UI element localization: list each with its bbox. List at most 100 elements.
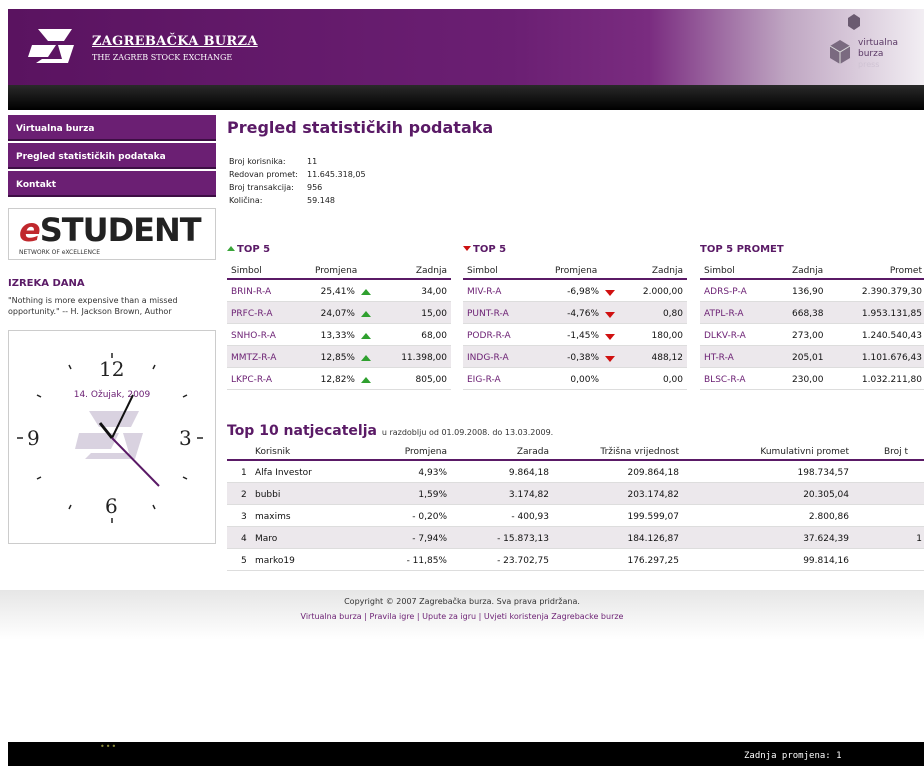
col-header: Zadnja [792, 266, 824, 276]
top5-gainers-table: TOP 5 Simbol Promjena Zadnja BRIN-R-A 25,… [227, 244, 451, 390]
table-header: Korisnik Promjena Zarada Tržišna vrijedn… [227, 441, 924, 461]
turnover-value: 1.240.540,43 [861, 331, 922, 341]
cumulative-turnover: 198.734,57 [797, 468, 849, 478]
rank: 3 [241, 512, 247, 522]
profit-value: 9.864,18 [508, 468, 549, 478]
table-row: 2 bubbi 1,59% 3.174,82 203.174,82 20.305,04 [227, 483, 924, 505]
stat-transactions: Broj transakcija: 956 [229, 183, 323, 192]
col-header: Korisnik [255, 447, 291, 457]
table-row: 1 Alfa Investor 4,93% 9.864,18 209.864,18 198… [227, 461, 924, 483]
clock-numeral-3: 3 [179, 426, 192, 450]
col-header: Zadnja [651, 266, 683, 276]
col-header: Promjena [315, 266, 358, 276]
symbol-link[interactable]: BLSC-R-A [704, 375, 746, 385]
vb-logo-line3: press [858, 60, 880, 69]
footer-link-pravila-igre[interactable]: Pravila igre [370, 612, 415, 621]
table-header: Simbol Promjena Zadnja [463, 258, 687, 280]
col-header: Tržišna vrijednost [600, 447, 679, 457]
table-row: SNHO-R-A 13,33% 68,00 [227, 324, 451, 346]
table-row: PUNT-R-A -4,76% 0,80 [463, 302, 687, 324]
symbol-link[interactable]: PRFC-R-A [231, 309, 272, 319]
stat-turnover: Redovan promet: 11.645.318,05 [229, 170, 366, 179]
symbol-link[interactable]: PODR-R-A [467, 331, 511, 341]
footer-link-uvjeti[interactable]: Uvjeti koristenja Zagrebacke burze [484, 612, 624, 621]
symbol-link[interactable]: DLKV-R-A [704, 331, 746, 341]
profit-value: - 15.873,13 [497, 534, 549, 544]
up-arrow-icon [227, 246, 235, 251]
col-header: Zadnja [415, 266, 447, 276]
nav-item-pregled[interactable]: Pregled statističkih podataka [8, 143, 216, 169]
user-name: maxims [255, 512, 291, 522]
top10-title: Top 10 natjecatelja u razdoblju od 01.09… [227, 423, 554, 439]
up-arrow-icon [361, 310, 371, 320]
col-header: Kumulativni promet [760, 447, 849, 457]
down-arrow-icon [605, 333, 615, 343]
down-arrow-icon [463, 246, 471, 251]
change-value: 0,00% [570, 375, 599, 385]
last-change-text: Zadnja promjena: 1 [744, 751, 842, 761]
user-name: Alfa Investor [255, 468, 312, 478]
change-value: 4,93% [418, 468, 447, 478]
top5-losers-title: TOP 5 [463, 244, 687, 258]
change-value: 13,33% [320, 331, 355, 341]
turnover-value: 1.953.131,85 [861, 309, 922, 319]
change-value: -0,38% [567, 353, 599, 363]
last-price: 205,01 [792, 353, 824, 363]
last-price: 230,00 [792, 375, 824, 385]
footer: Copyright © 2007 Zagrebačka burza. Sva p… [0, 590, 924, 640]
nav-item-virtualna-burza[interactable]: Virtualna burza [8, 115, 216, 141]
change-value: - 11,85% [406, 556, 447, 566]
market-value: 184.126,87 [627, 534, 679, 544]
symbol-link[interactable]: ADRS-P-A [704, 287, 747, 297]
symbol-link[interactable]: INDG-R-A [467, 353, 509, 363]
symbol-link[interactable]: SNHO-R-A [231, 331, 276, 341]
top10-table: Korisnik Promjena Zarada Tržišna vrijedn… [227, 441, 924, 571]
zse-logo-icon[interactable] [28, 23, 76, 69]
clock-numeral-12: 12 [99, 357, 124, 381]
table-row: BRIN-R-A 25,41% 34,00 [227, 280, 451, 302]
user-name: marko19 [255, 556, 295, 566]
symbol-link[interactable]: MIV-R-A [467, 287, 501, 297]
change-value: -1,45% [567, 331, 599, 341]
header-bar [8, 85, 924, 110]
last-price: 11.398,00 [401, 353, 447, 363]
table-row: EIG-R-A 0,00% 0,00 [463, 368, 687, 390]
table-row: 3 maxims - 0,20% - 400,93 199.599,07 2.800,86 [227, 505, 924, 527]
sidebar-nav: Virtualna burza Pregled statističkih pod… [8, 115, 216, 199]
symbol-link[interactable]: EIG-R-A [467, 375, 501, 385]
quote-title: IZREKA DANA [8, 278, 85, 289]
vb-logo-line2: burza [858, 49, 884, 59]
symbol-link[interactable]: PUNT-R-A [467, 309, 509, 319]
symbol-link[interactable]: HT-R-A [704, 353, 734, 363]
nav-item-kontakt[interactable]: Kontakt [8, 171, 216, 197]
change-value: -4,76% [567, 309, 599, 319]
symbol-link[interactable]: LKPC-R-A [231, 375, 272, 385]
col-header: Broj t [884, 447, 909, 457]
logo-subtitle: THE ZAGREB STOCK EXCHANGE [92, 53, 233, 62]
last-price: 0,00 [662, 375, 683, 385]
footer-link-virtualna-burza[interactable]: Virtualna burza [301, 612, 362, 621]
profit-value: - 23.702,75 [497, 556, 549, 566]
change-value: - 7,94% [412, 534, 447, 544]
down-arrow-icon [605, 311, 615, 321]
table-row: BLSC-R-A 230,00 1.032.211,80 [700, 368, 924, 390]
estudent-banner[interactable]: eSTUDENT NETWORK OF eXCELLENCE [8, 208, 216, 260]
turnover-value: 1.101.676,43 [861, 353, 922, 363]
market-value: 176.297,25 [627, 556, 679, 566]
top5-gainers-title: TOP 5 [227, 244, 451, 258]
change-value: - 0,20% [412, 512, 447, 522]
clock-numeral-6: 6 [105, 494, 118, 518]
symbol-link[interactable]: MMTZ-R-A [231, 353, 276, 363]
last-price: 273,00 [792, 331, 824, 341]
footer-link-upute-za-igru[interactable]: Upute za igru [422, 612, 476, 621]
turnover-value: 2.390.379,30 [861, 287, 922, 297]
symbol-link[interactable]: ATPL-R-A [704, 309, 744, 319]
up-arrow-icon [361, 288, 371, 298]
logo-name[interactable]: ZAGREBAČKA BURZA [92, 34, 258, 49]
table-row: PRFC-R-A 24,07% 15,00 [227, 302, 451, 324]
table-row: PODR-R-A -1,45% 180,00 [463, 324, 687, 346]
col-header: Promjena [404, 447, 447, 457]
page-title: Pregled statističkih podataka [227, 118, 494, 137]
symbol-link[interactable]: BRIN-R-A [231, 287, 271, 297]
col-header: Promet [889, 266, 922, 276]
